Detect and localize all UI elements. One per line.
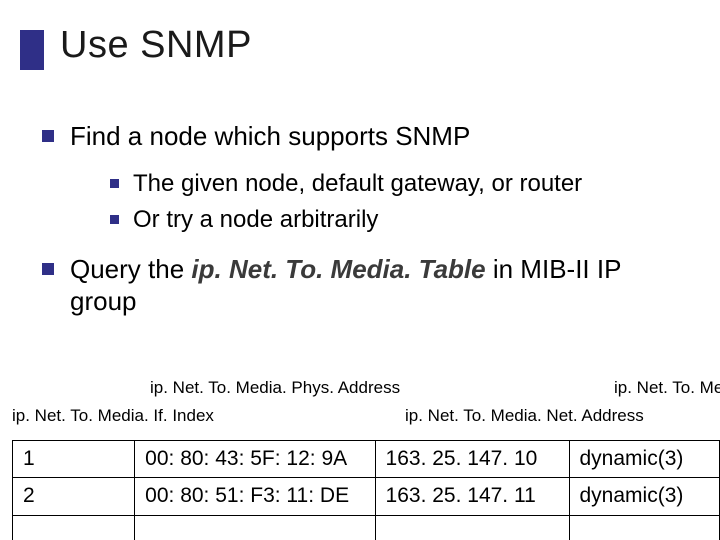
cell-media-type: dynamic(3) [569,441,720,478]
cell-blank [569,515,720,540]
ip-net-to-media-table: 1 00: 80: 43: 5F: 12: 9A 163. 25. 147. 1… [12,440,720,540]
slide-title: Use SNMP [60,24,252,67]
table-row-blank [13,515,720,540]
bullet-text: Or try a node arbitrarily [133,205,378,235]
col-label-net-address: ip. Net. To. Media. Net. Address [405,406,644,426]
cell-blank [135,515,375,540]
cell-blank [375,515,569,540]
col-label-phys-address: ip. Net. To. Media. Phys. Address [150,378,400,398]
cell-if-index: 1 [13,441,135,478]
bullet-find-node: Find a node which supports SNMP [42,120,720,153]
cell-media-type: dynamic(3) [569,478,720,515]
slide-body: Find a node which supports SNMP The give… [0,120,720,334]
col-label-media-type: ip. Net. To. Media. Type [614,378,720,398]
bullet-square-icon [42,130,54,142]
cell-blank [13,515,135,540]
table-row: 2 00: 80: 51: F3: 11: DE 163. 25. 147. 1… [13,478,720,515]
bullet-square-icon [110,215,119,224]
subbullet-arbitrary-node: Or try a node arbitrarily [110,205,720,235]
bullet-text: Find a node which supports SNMP [70,120,470,153]
col-label-if-index: ip. Net. To. Media. If. Index [12,406,214,426]
subbullet-given-node: The given node, default gateway, or rout… [110,169,720,199]
cell-phys-address: 00: 80: 43: 5F: 12: 9A [135,441,375,478]
slide: Use SNMP Find a node which supports SNMP… [0,0,720,540]
cell-phys-address: 00: 80: 51: F3: 11: DE [135,478,375,515]
query-pre: Query the [70,254,191,284]
bullet-text: The given node, default gateway, or rout… [133,169,582,199]
cell-net-address: 163. 25. 147. 10 [375,441,569,478]
bullet-query-table: Query the ip. Net. To. Media. Table in M… [42,253,720,318]
title-accent [20,30,44,70]
bullet-square-icon [42,263,54,275]
mib-table-name: ip. Net. To. Media. Table [191,254,485,284]
cell-if-index: 2 [13,478,135,515]
bullet-square-icon [110,179,119,188]
bullet-text: Query the ip. Net. To. Media. Table in M… [70,253,690,318]
cell-net-address: 163. 25. 147. 11 [375,478,569,515]
table-row: 1 00: 80: 43: 5F: 12: 9A 163. 25. 147. 1… [13,441,720,478]
